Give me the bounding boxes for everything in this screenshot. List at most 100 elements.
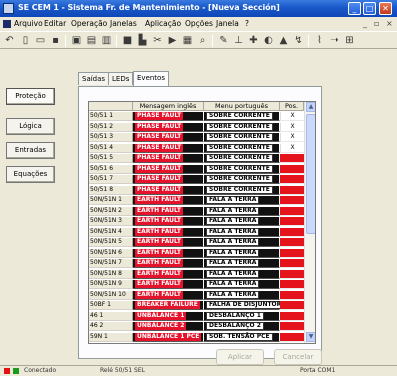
- position-cell[interactable]: [280, 185, 304, 195]
- new-document-icon[interactable]: ▯: [19, 34, 32, 47]
- portuguese-message-cell[interactable]: FALA A TERRA: [204, 196, 280, 205]
- english-message-cell[interactable]: EARTH FAULT: [133, 206, 204, 216]
- minimize-button[interactable]: _: [348, 2, 361, 15]
- table-row[interactable]: 50N/51N 10 EARTH FAULT FALA A TERRA: [89, 290, 304, 300]
- row-id-cell[interactable]: 50N/51N 9: [89, 280, 133, 289]
- plus-icon[interactable]: ✚: [247, 34, 260, 47]
- row-id-cell[interactable]: 50/51 8: [89, 185, 133, 195]
- play-icon[interactable]: ▶: [166, 34, 179, 47]
- grid-header-english[interactable]: Mensagem inglês: [133, 102, 204, 111]
- cut-icon[interactable]: ✂: [151, 34, 164, 47]
- english-message-cell[interactable]: EARTH FAULT: [133, 269, 204, 279]
- position-cell[interactable]: [280, 248, 304, 258]
- portuguese-message-cell[interactable]: FALA A TERRA: [204, 227, 280, 237]
- row-id-cell[interactable]: 50N/51N 7: [89, 259, 133, 268]
- zoom-icon[interactable]: ⌕: [196, 34, 209, 47]
- tab-saidas[interactable]: Saídas: [78, 72, 110, 85]
- table-row[interactable]: 50N/51N 9 EARTH FAULT FALA A TERRA: [89, 280, 304, 289]
- table-row[interactable]: 50/51 3 PHASE FAULT SOBRE CORRENTE X: [89, 133, 304, 142]
- english-message-cell[interactable]: EARTH FAULT: [133, 227, 204, 237]
- menu-aplicacao[interactable]: Aplicação: [145, 19, 181, 28]
- position-cell[interactable]: [280, 269, 304, 279]
- table-row[interactable]: 50N/51N 3 EARTH FAULT FALA A TERRA: [89, 217, 304, 226]
- position-cell[interactable]: X: [280, 133, 304, 142]
- meter-icon[interactable]: ◐: [262, 34, 275, 47]
- portuguese-message-cell[interactable]: FALHA DE DISJUNTOR: [204, 301, 285, 310]
- english-message-cell[interactable]: EARTH FAULT: [133, 259, 204, 268]
- portuguese-message-cell[interactable]: SOBRE CORRENTE: [204, 175, 280, 184]
- scroll-up-arrow-icon[interactable]: ▲: [306, 102, 315, 112]
- english-message-cell[interactable]: PHASE FAULT: [133, 175, 204, 184]
- events-grid[interactable]: Mensagem inglês Menu português Pos. 50/5…: [88, 101, 316, 344]
- mdi-minimize-button[interactable]: _: [363, 19, 367, 28]
- menu-arquivo[interactable]: Arquivo: [14, 19, 43, 28]
- nav-logica-button[interactable]: Lógica: [6, 118, 55, 135]
- position-cell[interactable]: [280, 332, 304, 342]
- english-message-cell[interactable]: EARTH FAULT: [133, 196, 204, 205]
- row-id-cell[interactable]: 46 1: [89, 311, 133, 321]
- position-cell[interactable]: [280, 164, 304, 174]
- portuguese-message-cell[interactable]: FALA A TERRA: [204, 238, 280, 247]
- portuguese-message-cell[interactable]: DESBALANÇO 1: [204, 311, 280, 321]
- portuguese-message-cell[interactable]: FALA A TERRA: [204, 290, 280, 300]
- portuguese-message-cell[interactable]: FALA A TERRA: [204, 248, 280, 258]
- portuguese-message-cell[interactable]: FALA A TERRA: [204, 280, 280, 289]
- position-cell[interactable]: [280, 301, 304, 310]
- portuguese-message-cell[interactable]: SOBRE CORRENTE: [204, 112, 280, 121]
- back-icon[interactable]: ↶: [3, 34, 16, 47]
- grid-vertical-scrollbar[interactable]: ▲ ▼: [304, 102, 315, 343]
- row-id-cell[interactable]: 50/51 3: [89, 133, 133, 142]
- english-message-cell[interactable]: PHASE FAULT: [133, 112, 204, 121]
- print-icon[interactable]: ▥: [100, 34, 113, 47]
- wrench-icon[interactable]: ✎: [217, 34, 230, 47]
- english-message-cell[interactable]: EARTH FAULT: [133, 217, 204, 226]
- mdi-restore-button[interactable]: ▫: [374, 19, 379, 28]
- table-row[interactable]: 50N/51N 5 EARTH FAULT FALA A TERRA: [89, 238, 304, 247]
- english-message-cell[interactable]: PHASE FAULT: [133, 164, 204, 174]
- table-row[interactable]: 50N/51N 6 EARTH FAULT FALA A TERRA: [89, 248, 304, 258]
- position-cell[interactable]: [280, 238, 304, 247]
- english-message-cell[interactable]: EARTH FAULT: [133, 290, 204, 300]
- monitor-icon[interactable]: ■: [121, 34, 134, 47]
- document-icon[interactable]: [3, 20, 11, 28]
- position-cell[interactable]: [280, 154, 304, 163]
- row-id-cell[interactable]: 59N 1: [89, 332, 133, 342]
- row-id-cell[interactable]: 50/51 4: [89, 143, 133, 153]
- portuguese-message-cell[interactable]: SOBRE CORRENTE: [204, 122, 280, 132]
- table-row[interactable]: 50N/51N 7 EARTH FAULT FALA A TERRA: [89, 259, 304, 268]
- row-id-cell[interactable]: 50N/51N 4: [89, 227, 133, 237]
- help-icon[interactable]: ⊞: [343, 34, 356, 47]
- english-message-cell[interactable]: PHASE FAULT: [133, 185, 204, 195]
- row-id-cell[interactable]: 50/51 5: [89, 154, 133, 163]
- position-cell[interactable]: [280, 280, 304, 289]
- table-row[interactable]: 50N/51N 1 EARTH FAULT FALA A TERRA: [89, 196, 304, 205]
- row-id-cell[interactable]: 46 2: [89, 322, 133, 331]
- english-message-cell[interactable]: PHASE FAULT: [133, 133, 204, 142]
- position-cell[interactable]: [280, 217, 304, 226]
- copy-icon[interactable]: ▣: [70, 34, 83, 47]
- scroll-down-arrow-icon[interactable]: ▼: [306, 332, 315, 342]
- title-bar[interactable]: SE CEM 1 - Sistema Fr. de Mantenimiento …: [0, 0, 397, 17]
- table-row[interactable]: 50BF 1 BREAKER FAILURE FALHA DE DISJUNTOR: [89, 301, 304, 310]
- english-message-cell[interactable]: PHASE FAULT: [133, 122, 204, 132]
- maximize-button[interactable]: □: [363, 2, 376, 15]
- table-row[interactable]: 50/51 4 PHASE FAULT SOBRE CORRENTE X: [89, 143, 304, 153]
- position-cell[interactable]: [280, 322, 304, 331]
- position-cell[interactable]: X: [280, 122, 304, 132]
- measure-icon[interactable]: ⊥: [232, 34, 245, 47]
- warning-icon[interactable]: ▲: [277, 34, 290, 47]
- cancel-button[interactable]: Cancelar: [274, 349, 322, 365]
- antenna-icon[interactable]: ⌇: [313, 34, 326, 47]
- row-id-cell[interactable]: 50N/51N 1: [89, 196, 133, 205]
- row-id-cell[interactable]: 50N/51N 3: [89, 217, 133, 226]
- english-message-cell[interactable]: UNBALANCE 2: [133, 322, 204, 331]
- row-id-cell[interactable]: 50/51 2: [89, 122, 133, 132]
- table-row[interactable]: 50/51 5 PHASE FAULT SOBRE CORRENTE: [89, 154, 304, 163]
- row-id-cell[interactable]: 50N/51N 8: [89, 269, 133, 279]
- table-row[interactable]: 50N/51N 2 EARTH FAULT FALA A TERRA: [89, 206, 304, 216]
- english-message-cell[interactable]: BREAKER FAILURE: [133, 301, 204, 310]
- row-id-cell[interactable]: 50N/51N 10: [89, 290, 133, 300]
- save-icon[interactable]: ▪: [49, 34, 62, 47]
- row-id-cell[interactable]: 50N/51N 2: [89, 206, 133, 216]
- scroll-thumb[interactable]: [306, 114, 315, 234]
